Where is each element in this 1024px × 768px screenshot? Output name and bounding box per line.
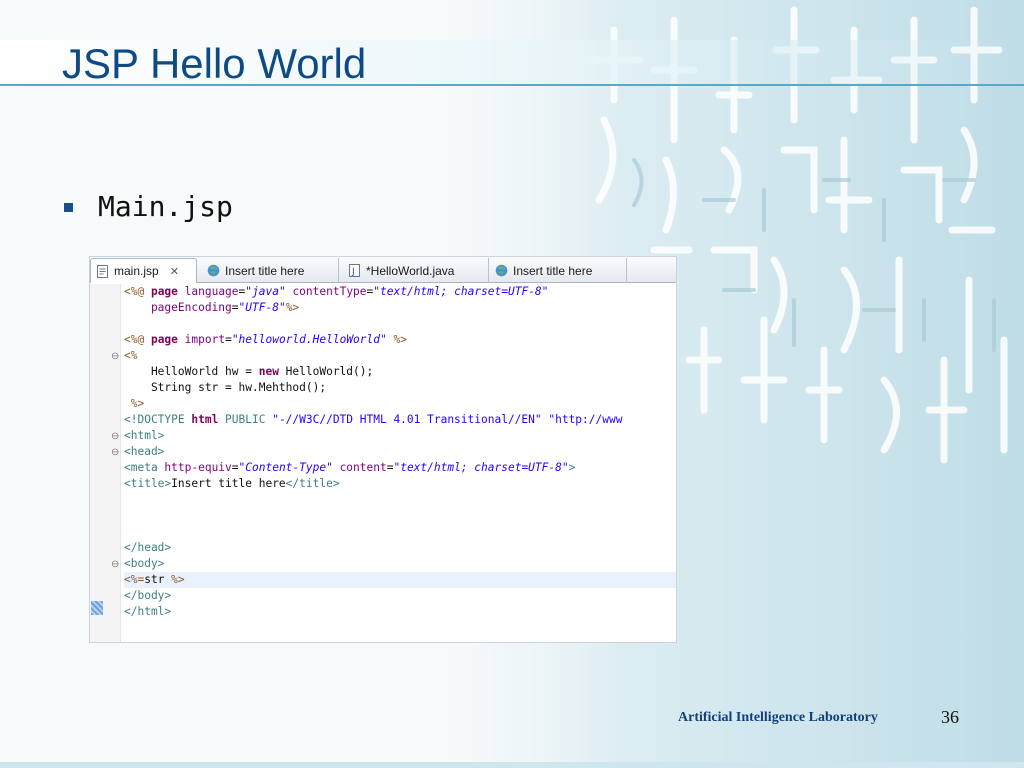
tab-label: Insert title here (513, 263, 593, 278)
tab-helloworld-java[interactable]: J *HelloWorld.java (343, 258, 489, 283)
code-line: </head> (124, 541, 172, 554)
code-line: <!DOCTYPE html PUBLIC "-//W3C//DTD HTML … (124, 413, 623, 426)
code-line: <% (124, 349, 138, 362)
code-editor: main.jsp ✕ Insert title here J *HelloWor… (89, 256, 677, 643)
code-line: <%@ page import="helloworld.HelloWorld" … (124, 333, 407, 346)
bullet-text: Main.jsp (98, 190, 233, 223)
code-line-current: <%=str %> (124, 572, 676, 588)
code-line: HelloWorld hw = new HelloWorld(); (124, 365, 374, 378)
code-line: </html> (124, 605, 172, 618)
tab-label: main.jsp (114, 264, 159, 278)
java-file-icon: J (349, 264, 360, 277)
slide-title: JSP Hello World (62, 40, 367, 87)
code-line: String str = hw.Mehthod(); (124, 381, 327, 394)
footer-rule (0, 762, 1024, 768)
code-line: <html> (124, 429, 165, 442)
tab-label: *HelloWorld.java (366, 263, 455, 278)
tab-insert-title-here-2[interactable]: Insert title here (490, 258, 627, 283)
bullet-marker (64, 203, 73, 212)
tab-insert-title-here-1[interactable]: Insert title here (202, 258, 339, 283)
code-line: </body> (124, 589, 172, 602)
fold-toggle-icon[interactable]: ⊖ (111, 560, 121, 570)
svg-text:J: J (351, 267, 355, 277)
globe-icon (495, 264, 508, 277)
code-line: pageEncoding="UTF-8"%> (124, 301, 300, 314)
code-line: <body> (124, 557, 165, 570)
fold-toggle-icon[interactable]: ⊖ (111, 352, 121, 362)
editor-gutter: ⊖ ⊖ ⊖ ⊖ (90, 284, 121, 642)
code-line: <%@ page language="java" contentType="te… (124, 285, 549, 298)
fold-toggle-icon[interactable]: ⊖ (111, 448, 121, 458)
tab-main-jsp[interactable]: main.jsp ✕ (90, 258, 197, 283)
page-number: 36 (941, 707, 959, 727)
current-line-marker (91, 601, 103, 615)
code-line: <meta http-equiv="Content-Type" content=… (124, 461, 576, 474)
code-line: <title>Insert title here</title> (124, 477, 340, 490)
fold-toggle-icon[interactable]: ⊖ (111, 432, 121, 442)
globe-icon (207, 264, 220, 277)
editor-tab-bar: main.jsp ✕ Insert title here J *HelloWor… (90, 257, 676, 283)
footer-lab-name: Artificial Intelligence Laboratory (678, 710, 878, 725)
code-line: %> (124, 397, 145, 410)
jsp-file-icon (97, 264, 108, 278)
tab-label: Insert title here (225, 263, 305, 278)
slide: JSP Hello World Main.jsp main.jsp ✕ Inse… (0, 0, 1024, 768)
code-line: <head> (124, 445, 165, 458)
close-icon[interactable]: ✕ (170, 265, 179, 278)
